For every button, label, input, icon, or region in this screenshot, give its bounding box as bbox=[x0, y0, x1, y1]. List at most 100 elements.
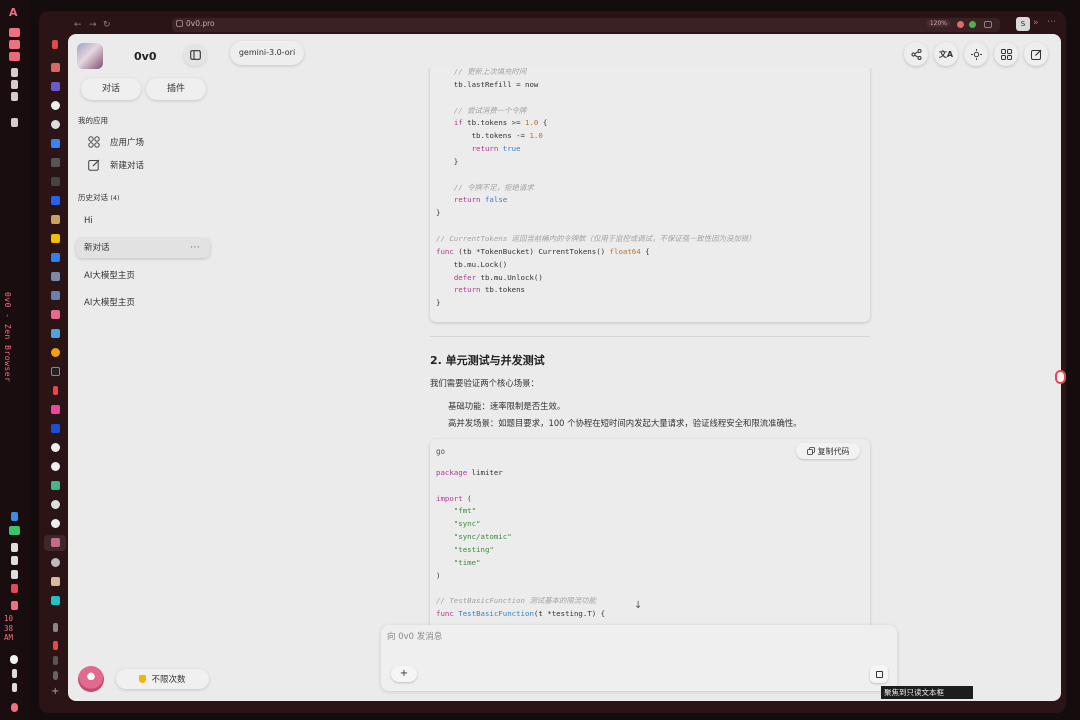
tab-favicon[interactable] bbox=[51, 63, 60, 72]
github-icon[interactable] bbox=[51, 519, 60, 528]
tab-favicon[interactable] bbox=[51, 82, 60, 91]
tab-favicon[interactable] bbox=[51, 367, 60, 376]
extension-icon[interactable] bbox=[957, 21, 964, 28]
user-avatar[interactable] bbox=[78, 666, 104, 692]
reload-icon[interactable]: ↻ bbox=[103, 20, 111, 30]
tab-favicon[interactable] bbox=[51, 158, 60, 167]
scroll-down-icon[interactable]: ↓ bbox=[634, 600, 642, 611]
tab-favicon[interactable] bbox=[52, 40, 58, 49]
intro-text: 我们需要验证两个核心场景： bbox=[430, 378, 539, 388]
translate-button[interactable]: 文A bbox=[934, 42, 958, 66]
tray-icon[interactable] bbox=[11, 556, 18, 565]
power-icon[interactable] bbox=[11, 703, 18, 712]
more-options-icon[interactable]: ⋯ bbox=[190, 238, 200, 258]
copy-code-button[interactable]: 复制代码 bbox=[796, 443, 860, 459]
new-tab-icon[interactable]: + bbox=[51, 686, 59, 697]
workspace-icon[interactable] bbox=[9, 40, 20, 49]
zoom-level[interactable]: 120% bbox=[926, 20, 950, 27]
code-line: func (tb *TokenBucket) CurrentTokens() f… bbox=[436, 246, 650, 256]
shield-icon bbox=[139, 675, 147, 683]
site-info-icon[interactable] bbox=[176, 20, 183, 27]
download-icon[interactable] bbox=[53, 623, 58, 632]
collapse-sidebar-button[interactable] bbox=[183, 44, 207, 66]
workspace-icon[interactable] bbox=[9, 52, 20, 61]
bluetooth-icon[interactable] bbox=[11, 512, 18, 521]
tab-favicon[interactable] bbox=[51, 234, 60, 243]
reader-mode-icon[interactable] bbox=[984, 21, 992, 28]
plugin-button[interactable]: 插件 bbox=[146, 78, 206, 100]
model-selector[interactable]: gemini-3.0-ori bbox=[230, 41, 304, 65]
extension-icon[interactable] bbox=[969, 21, 976, 28]
side-panel-handle[interactable] bbox=[1055, 370, 1066, 384]
tab-favicon[interactable] bbox=[51, 215, 60, 224]
code-line: import ( bbox=[436, 493, 472, 503]
github-icon[interactable] bbox=[51, 462, 60, 471]
sidebar: 0v0 对话 插件 我的应用 应用广场 新建对话 历史对话 (4) Hi 新对话… bbox=[68, 34, 220, 701]
theme-toggle-button[interactable] bbox=[964, 42, 988, 66]
tab-favicon[interactable] bbox=[51, 139, 60, 148]
tab-favicon[interactable] bbox=[51, 196, 60, 205]
history-item[interactable]: AI大模型主页 bbox=[76, 266, 210, 286]
workspace-icon[interactable] bbox=[11, 80, 18, 89]
bluetooth-status-icon[interactable] bbox=[12, 669, 17, 678]
tab-favicon[interactable] bbox=[51, 424, 60, 433]
menu-icon[interactable]: ⋯ bbox=[1047, 17, 1056, 27]
app-window: 0v0 对话 插件 我的应用 应用广场 新建对话 历史对话 (4) Hi 新对话… bbox=[68, 34, 1061, 701]
clock: 10 38 AM bbox=[4, 614, 14, 642]
tab-favicon[interactable] bbox=[53, 671, 58, 680]
attach-button[interactable]: + bbox=[391, 666, 417, 682]
message-input[interactable] bbox=[387, 629, 787, 645]
tray-icon[interactable] bbox=[11, 543, 18, 552]
tray-icon[interactable] bbox=[11, 570, 18, 579]
battery-icon[interactable] bbox=[12, 683, 17, 692]
forward-icon[interactable]: → bbox=[89, 20, 97, 30]
arch-logo-icon[interactable]: A bbox=[9, 6, 18, 19]
tab-favicon[interactable] bbox=[51, 596, 60, 605]
extension-s-icon[interactable]: S bbox=[1016, 17, 1030, 31]
tab-favicon[interactable] bbox=[51, 500, 60, 509]
workspace-icon[interactable] bbox=[9, 28, 20, 37]
address-bar[interactable]: 0v0.pro 120% bbox=[172, 18, 1000, 32]
workspace-icon[interactable] bbox=[11, 118, 18, 127]
workspace-icon[interactable] bbox=[11, 68, 18, 77]
tab-favicon[interactable] bbox=[51, 272, 60, 281]
app-store-item[interactable]: 应用广场 bbox=[88, 136, 144, 148]
chat-button[interactable]: 对话 bbox=[81, 78, 141, 100]
overflow-chevron-icon[interactable]: » bbox=[1033, 18, 1039, 28]
quota-button[interactable]: 不限次数 bbox=[116, 669, 209, 689]
tab-favicon[interactable] bbox=[51, 291, 60, 300]
tab-favicon[interactable] bbox=[53, 386, 58, 395]
back-icon[interactable]: ← bbox=[74, 20, 82, 30]
new-chat-item[interactable]: 新建对话 bbox=[88, 159, 144, 171]
tray-icon[interactable] bbox=[11, 584, 18, 593]
wechat-icon[interactable] bbox=[9, 526, 20, 535]
bullet-item: 高并发场景：如题目要求，100 个协程在短时间内发起大量请求，验证线程安全和限流… bbox=[448, 418, 802, 428]
workspace-icon[interactable] bbox=[11, 92, 18, 101]
tab-favicon[interactable] bbox=[53, 641, 58, 650]
new-chat-button[interactable] bbox=[1024, 42, 1048, 66]
wifi-icon[interactable] bbox=[10, 655, 18, 664]
calendar-icon[interactable] bbox=[11, 601, 18, 610]
code-line: package limiter bbox=[436, 467, 503, 477]
apps-button[interactable] bbox=[994, 42, 1018, 66]
history-item[interactable]: 新对话 ⋯ bbox=[76, 238, 210, 258]
tab-favicon[interactable] bbox=[51, 348, 60, 357]
history-item[interactable]: Hi bbox=[76, 211, 210, 231]
history-item[interactable]: AI大模型主页 bbox=[76, 293, 210, 313]
tab-favicon[interactable] bbox=[51, 310, 60, 319]
github-icon[interactable] bbox=[51, 443, 60, 452]
tab-favicon[interactable] bbox=[51, 177, 60, 186]
share-button[interactable] bbox=[904, 42, 928, 66]
tab-favicon[interactable] bbox=[51, 329, 60, 338]
edit-icon bbox=[88, 159, 100, 171]
tab-favicon[interactable] bbox=[51, 558, 60, 567]
stop-button[interactable] bbox=[870, 665, 888, 683]
tab-favicon[interactable] bbox=[51, 538, 60, 547]
github-icon[interactable] bbox=[51, 101, 60, 110]
tab-favicon[interactable] bbox=[53, 656, 58, 665]
tab-favicon[interactable] bbox=[51, 253, 60, 262]
tab-favicon[interactable] bbox=[51, 405, 60, 414]
tab-favicon[interactable] bbox=[51, 120, 60, 129]
tab-favicon[interactable] bbox=[51, 577, 60, 586]
vue-icon[interactable] bbox=[51, 481, 60, 490]
